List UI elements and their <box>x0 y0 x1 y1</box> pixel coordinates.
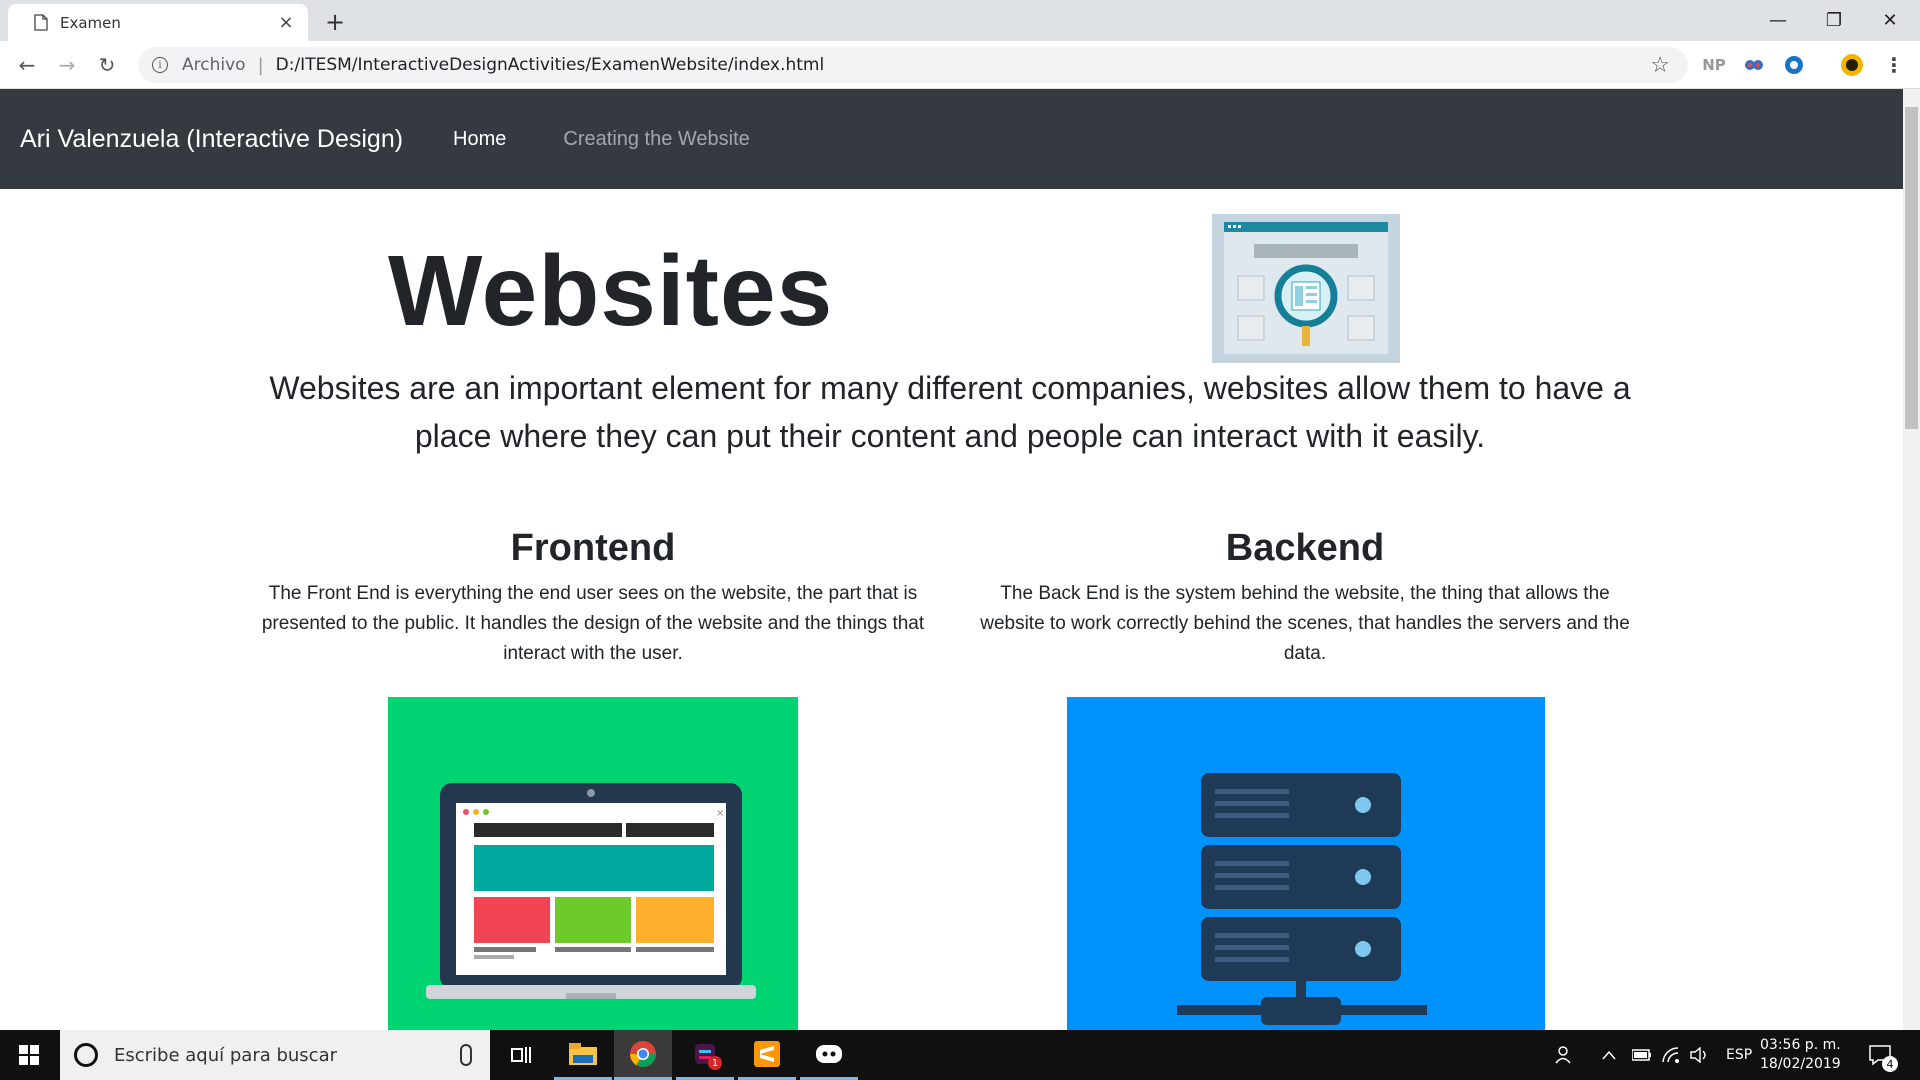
clock-date: 18/02/2019 <box>1760 1056 1841 1072</box>
chrome-glyph <box>629 1040 657 1067</box>
cortana-icon[interactable] <box>74 1043 98 1067</box>
browser-tab-strip: Examen × + — ❐ ✕ <box>0 0 1920 41</box>
battery-glyph <box>1632 1049 1651 1061</box>
back-arrow-icon[interactable]: ← <box>13 51 41 79</box>
clock-time: 03:56 p. m. <box>1760 1037 1841 1053</box>
minimize-button[interactable]: — <box>1750 0 1806 40</box>
site-brand[interactable]: Ari Valenzuela (Interactive Design) <box>20 125 403 154</box>
address-bar[interactable]: i Archivo | D:/ITESM/InteractiveDesignAc… <box>138 47 1688 83</box>
taskbar-search-placeholder: Escribe aquí para buscar <box>114 1044 338 1066</box>
restore-button[interactable]: ❐ <box>1806 0 1862 40</box>
svg-text:×: × <box>716 808 724 819</box>
nav-link-home[interactable]: Home <box>453 128 506 151</box>
task-view-glyph <box>511 1047 531 1063</box>
people-glyph <box>1555 1046 1571 1064</box>
hero-illustration <box>1212 214 1400 363</box>
forward-arrow-icon[interactable]: → <box>53 51 81 79</box>
tab-title: Examen <box>60 13 121 32</box>
chrome-icon[interactable] <box>614 1030 672 1080</box>
page-scrollbar[interactable] <box>1903 89 1920 1030</box>
close-window-button[interactable]: ✕ <box>1862 0 1918 40</box>
document-icon <box>34 14 48 31</box>
system-clock[interactable]: 03:56 p. m. 18/02/2019 <box>1760 1036 1841 1074</box>
site-navbar: Ari Valenzuela (Interactive Design) Home… <box>0 89 1903 189</box>
task-view-icon[interactable] <box>492 1030 550 1080</box>
hero-lead: Websites are an important element for ma… <box>269 370 1631 454</box>
new-tab-button[interactable]: + <box>325 8 345 36</box>
slack-badge: 1 <box>708 1056 722 1070</box>
laptop-icon: × <box>426 783 756 999</box>
globe-icon <box>1785 56 1803 74</box>
page-content: Websites Websites are an important eleme… <box>0 189 1903 1030</box>
wifi-glyph <box>1662 1047 1679 1063</box>
microphone-icon[interactable] <box>460 1044 472 1066</box>
people-icon[interactable] <box>1555 1030 1575 1080</box>
taskbar: Escribe aquí para buscar 1 ESP 03:56 p. … <box>0 1030 1920 1080</box>
discord-glyph <box>816 1044 842 1063</box>
sublime-glyph <box>754 1040 780 1067</box>
windows-start-button[interactable] <box>0 1030 58 1080</box>
np-extension-icon[interactable]: NP <box>1702 53 1726 77</box>
volume-icon[interactable] <box>1690 1030 1712 1080</box>
scrollbar-thumb[interactable] <box>1905 107 1918 429</box>
chevron-up-glyph <box>1602 1050 1616 1060</box>
discord-icon[interactable] <box>800 1030 858 1080</box>
extension-icon[interactable] <box>1782 53 1806 77</box>
backend-illustration <box>1067 697 1545 1030</box>
server-icon <box>1177 773 1427 1025</box>
file-explorer-icon[interactable] <box>554 1030 612 1080</box>
taskbar-search-box[interactable]: Escribe aquí para buscar <box>60 1030 490 1080</box>
nav-link-creating-website[interactable]: Creating the Website <box>563 128 749 151</box>
address-url[interactable]: D:/ITESM/InteractiveDesignActivities/Exa… <box>276 55 825 75</box>
goggles-icon <box>1745 60 1763 70</box>
tab-close-icon[interactable]: × <box>276 12 296 33</box>
profile-avatar[interactable] <box>1840 53 1864 77</box>
info-icon[interactable]: i <box>152 57 168 73</box>
bookmark-star-icon[interactable]: ☆ <box>1650 53 1670 78</box>
slack-icon[interactable]: 1 <box>676 1030 734 1080</box>
notification-count: 4 <box>1882 1056 1898 1072</box>
frontend-title: Frontend <box>510 527 676 569</box>
chevron-up-icon[interactable] <box>1602 1030 1616 1080</box>
hero-title: Websites <box>388 235 834 347</box>
backend-title: Backend <box>1225 527 1385 569</box>
folder-glyph <box>569 1042 597 1065</box>
frontend-text: The Front End is everything the end user… <box>261 583 925 664</box>
volume-glyph <box>1690 1047 1706 1063</box>
language-indicator[interactable]: ESP <box>1726 1030 1752 1080</box>
avatar-icon <box>1841 54 1863 76</box>
battery-icon[interactable] <box>1632 1030 1652 1080</box>
notification-center-icon[interactable]: 4 <box>1868 1030 1898 1080</box>
backend-text: The Back End is the system behind the we… <box>980 583 1630 664</box>
magnifier-webpage-icon <box>1212 214 1400 363</box>
browser-toolbar: ← → ↻ i Archivo | D:/ITESM/InteractiveDe… <box>0 41 1920 89</box>
sublime-text-icon[interactable] <box>738 1030 796 1080</box>
frontend-illustration: × <box>388 697 798 1030</box>
wifi-icon[interactable] <box>1662 1030 1682 1080</box>
reload-icon[interactable]: ↻ <box>93 51 121 79</box>
windows-logo-icon <box>19 1045 39 1065</box>
menu-dots-icon[interactable]: ⋮ <box>1882 53 1906 77</box>
address-scheme-label: Archivo <box>182 55 246 75</box>
address-separator: | <box>257 54 264 76</box>
extension-icon[interactable] <box>1742 53 1766 77</box>
browser-tab[interactable]: Examen × <box>8 4 308 41</box>
